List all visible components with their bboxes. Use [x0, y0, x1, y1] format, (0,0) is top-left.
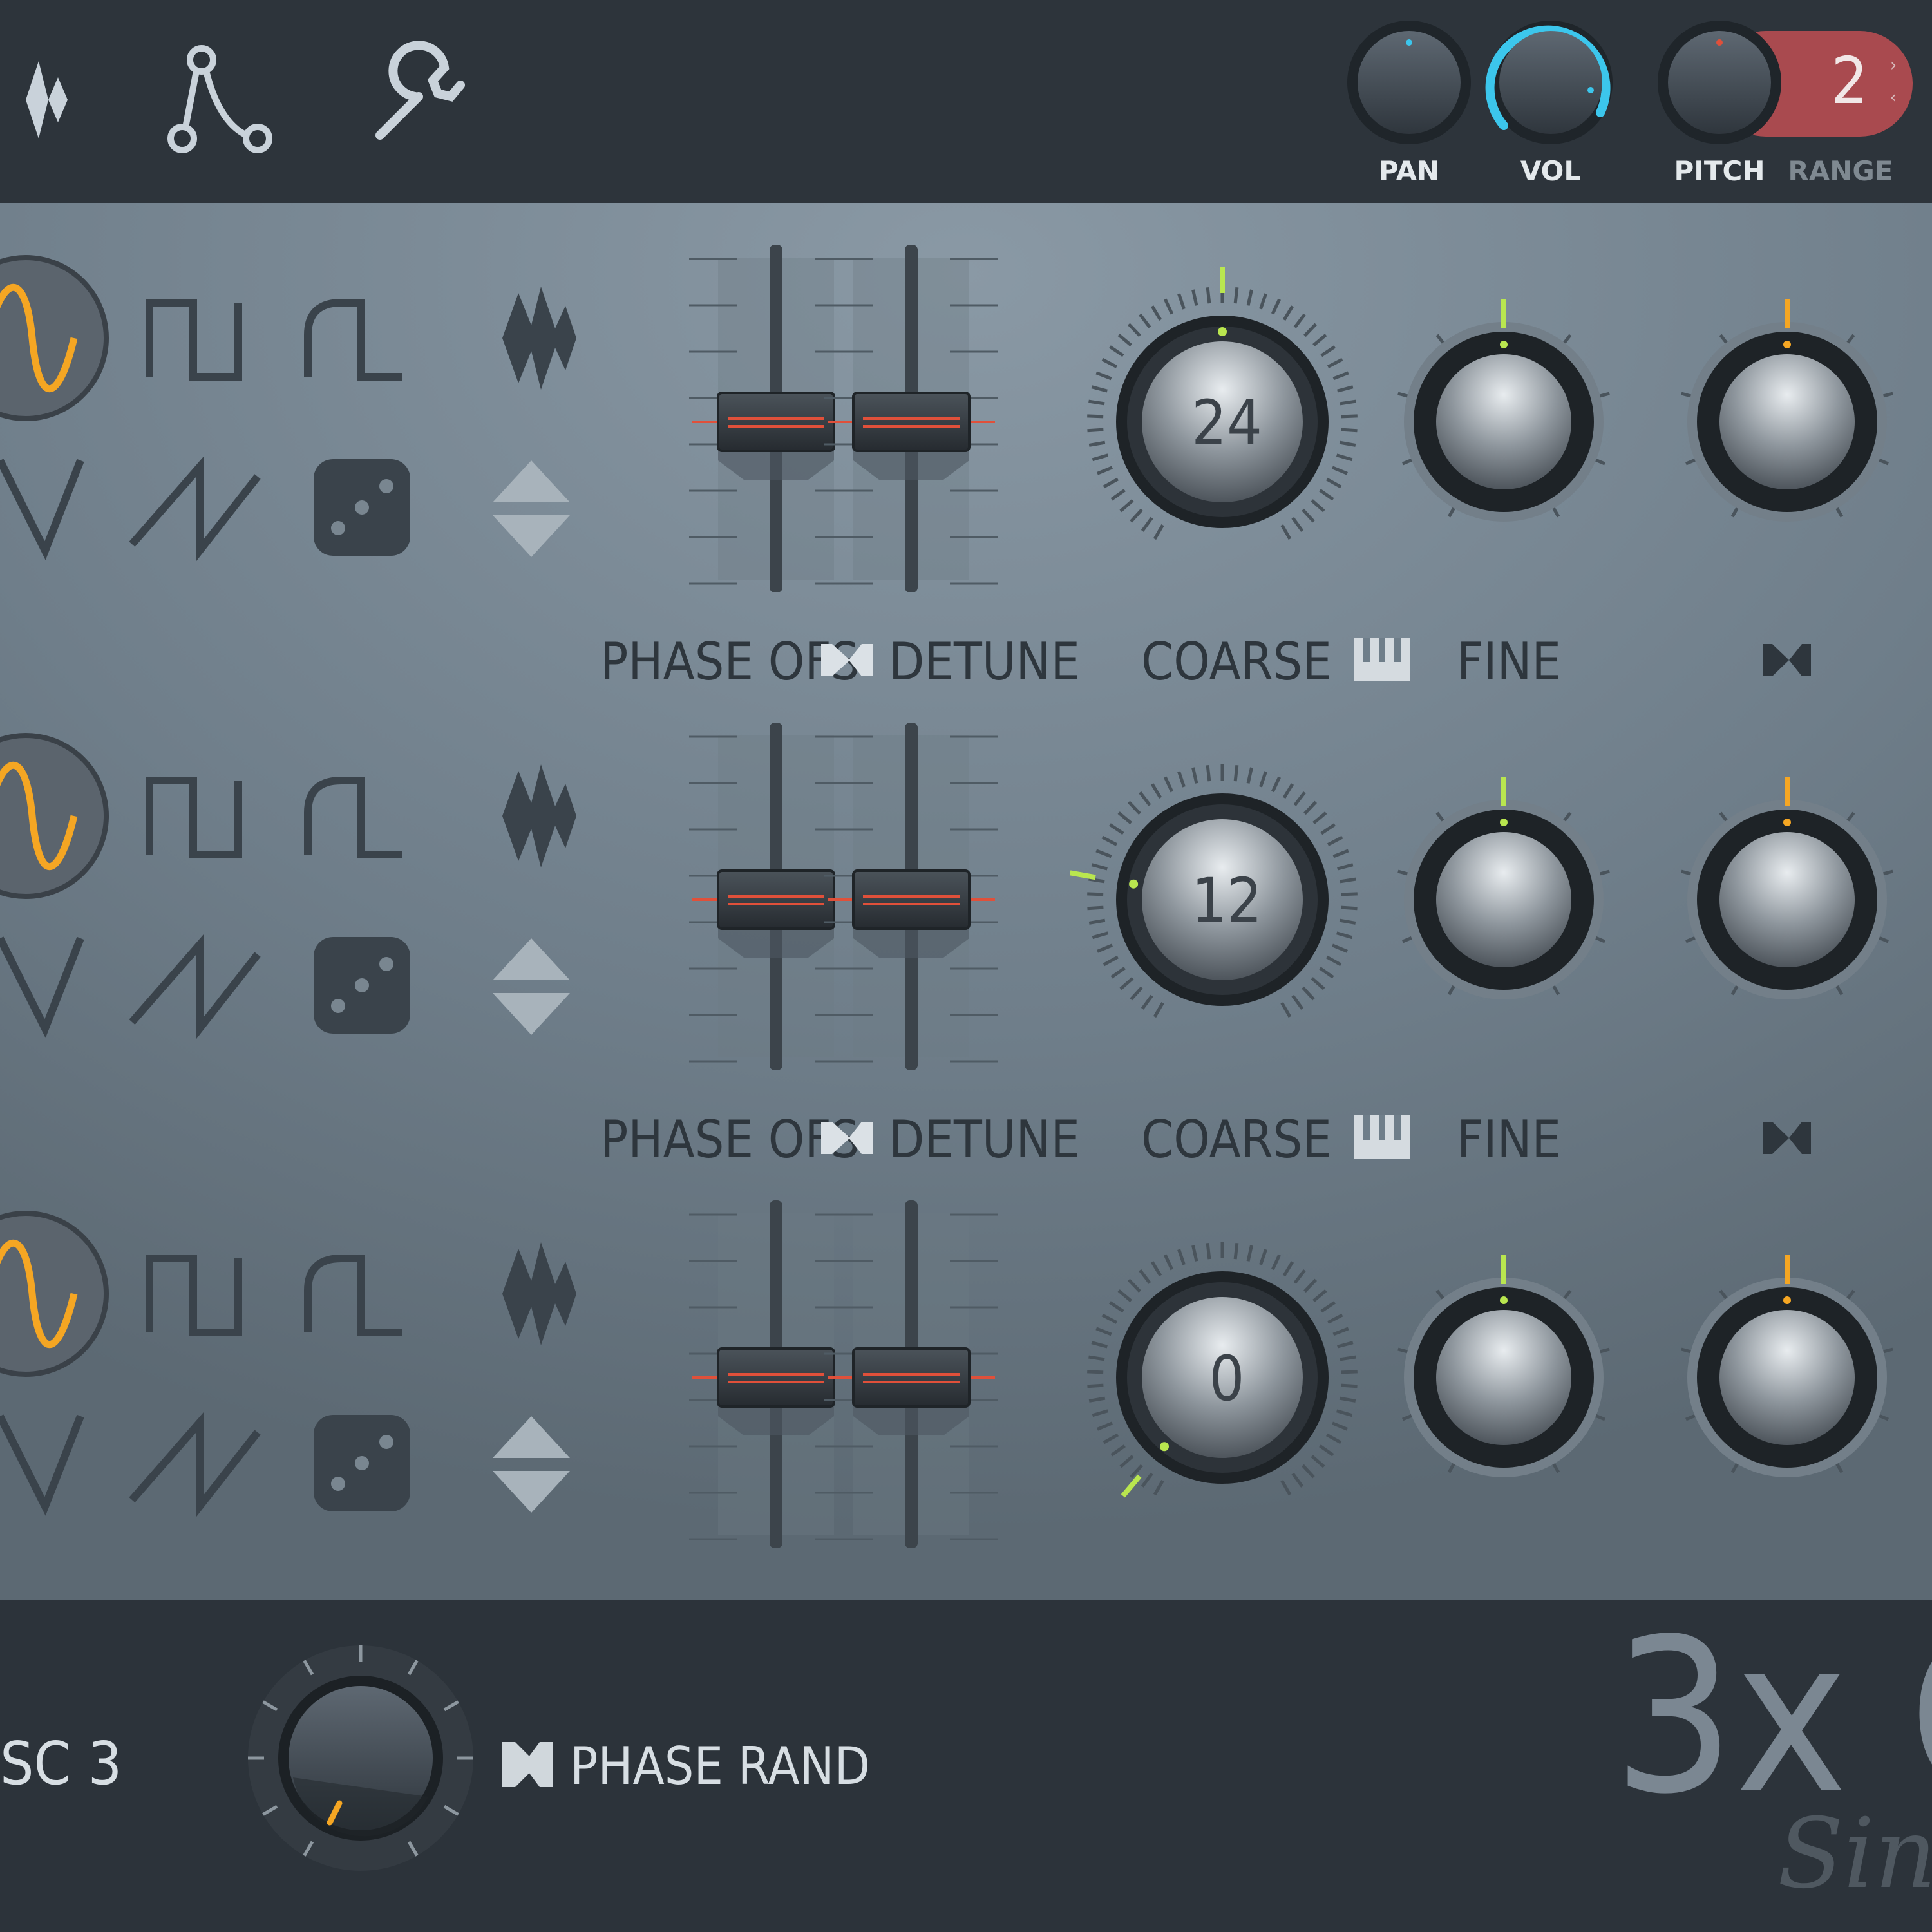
- coarse-label: COARSE: [1141, 632, 1332, 692]
- pan-knob[interactable]: [1347, 21, 1471, 144]
- range-up-arrow[interactable]: ›: [1890, 54, 1897, 75]
- fine-label: FINE: [1457, 1110, 1561, 1170]
- coarse-value: 24: [1191, 387, 1262, 459]
- fine-label: FINE: [1457, 632, 1561, 692]
- brand-script: Sinc: [1777, 1798, 1932, 1910]
- phase-rand-label: PHASE RAND: [570, 1736, 870, 1796]
- range-label: RANGE: [1788, 155, 1893, 187]
- vol-label: VOL: [1520, 155, 1581, 187]
- svg-text:2: 2: [1831, 43, 1868, 118]
- random-wave-button[interactable]: [314, 937, 410, 1034]
- phase-offset-label: PHASE OFS: [600, 632, 860, 692]
- keyboard-tracking-icon[interactable]: [1354, 1115, 1410, 1159]
- osc-label: SC 3: [0, 1729, 122, 1798]
- pitch-label: PITCH: [1674, 155, 1765, 187]
- pitch-knob[interactable]: [1658, 21, 1781, 144]
- random-wave-button[interactable]: [314, 1415, 410, 1511]
- coarse-label: COARSE: [1141, 1110, 1332, 1170]
- detune-label: DETUNE: [889, 1110, 1080, 1170]
- phase-rand-knob[interactable]: [248, 1645, 473, 1871]
- pan-label: PAN: [1379, 155, 1440, 187]
- vol-knob[interactable]: [1485, 21, 1613, 144]
- range-down-arrow[interactable]: ‹: [1890, 86, 1897, 108]
- random-wave-button[interactable]: [314, 459, 410, 556]
- coarse-value: 12: [1191, 865, 1262, 937]
- header-bar: [0, 0, 1932, 203]
- keyboard-tracking-icon[interactable]: [1354, 638, 1410, 681]
- phase-offset-label: PHASE OFS: [600, 1110, 860, 1170]
- coarse-value: 0: [1209, 1343, 1245, 1415]
- detune-label: DETUNE: [889, 632, 1080, 692]
- plugin-window: PAN VOL 2 › ‹ PITCH RANGE 24 PHASE OFS DET…: [0, 0, 1932, 1932]
